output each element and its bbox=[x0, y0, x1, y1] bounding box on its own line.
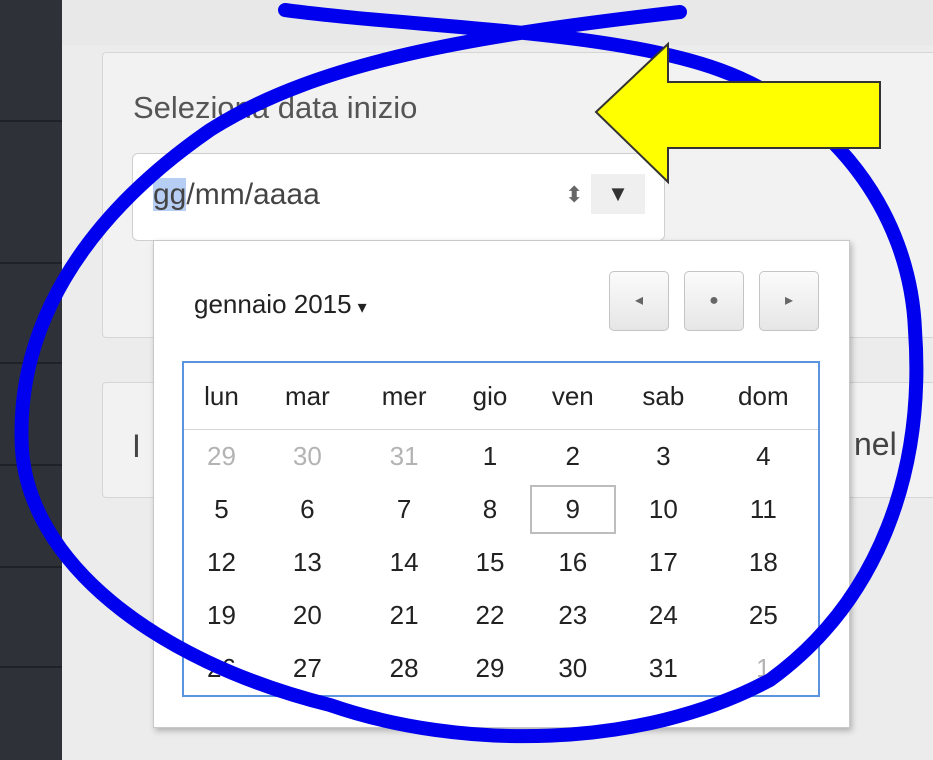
annotation-overlay bbox=[14, 3, 924, 744]
annotation-arrow bbox=[594, 41, 881, 185]
